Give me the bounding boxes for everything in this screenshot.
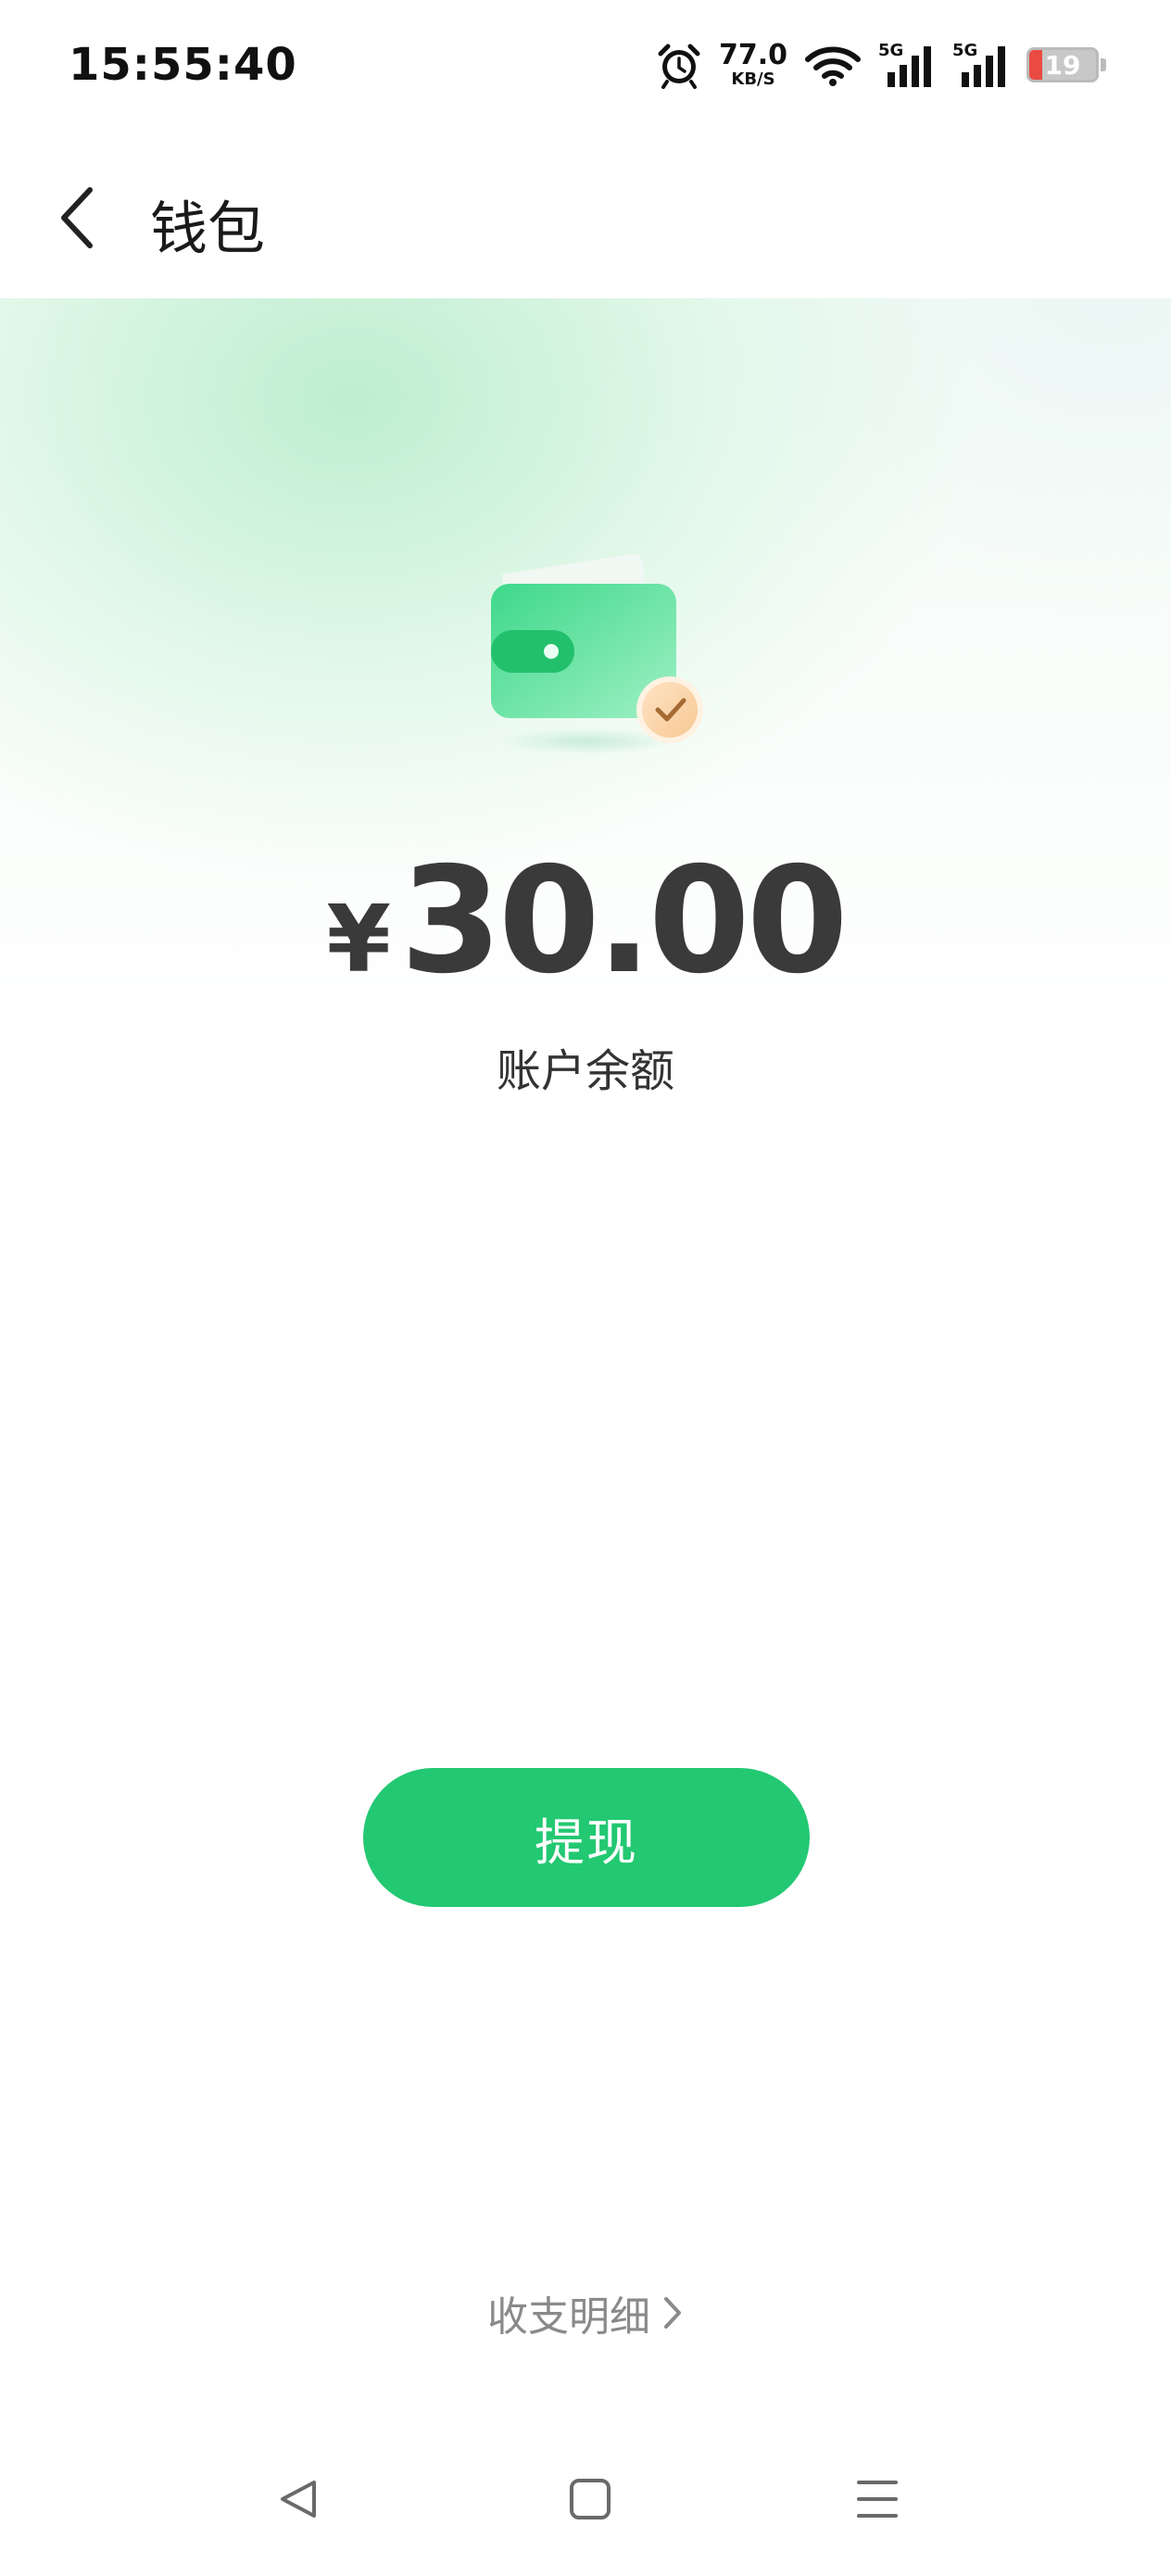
nav-bar: 钱包 bbox=[0, 139, 1171, 298]
signal-icon: 5G bbox=[878, 41, 936, 89]
status-time: 15:55:40 bbox=[69, 39, 297, 91]
wifi-icon bbox=[805, 46, 861, 86]
wallet-check-icon bbox=[491, 553, 703, 754]
triangle-back-icon bbox=[281, 2481, 316, 2518]
transaction-details-link[interactable]: 收支明细 bbox=[0, 2283, 1171, 2342]
currency-symbol: ¥ bbox=[326, 885, 391, 993]
chevron-left-icon bbox=[61, 187, 93, 248]
page-title: 钱包 bbox=[150, 195, 266, 262]
status-bar: 15:55:40 77.0 KB/S 5G 5G 19 bbox=[0, 0, 1171, 139]
transaction-details-label: 收支明细 bbox=[487, 2293, 650, 2341]
battery-cap bbox=[1101, 58, 1106, 71]
signal-icon: 5G bbox=[952, 41, 1010, 89]
status-icons: 77.0 KB/S 5G 5G 19 bbox=[656, 37, 1106, 93]
menu-lines-icon bbox=[857, 2481, 898, 2518]
system-home-button[interactable] bbox=[558, 2467, 623, 2532]
square-home-icon bbox=[570, 2479, 611, 2519]
withdraw-button[interactable]: 提现 bbox=[363, 1768, 810, 1907]
system-navigation-bar bbox=[0, 2446, 1171, 2557]
balance-value: 30.00 bbox=[399, 836, 849, 1006]
net-speed-value: 77.0 bbox=[718, 39, 787, 71]
system-menu-button[interactable] bbox=[845, 2467, 910, 2532]
battery-level: 19 bbox=[1044, 49, 1081, 81]
balance-label: 账户余额 bbox=[496, 1045, 674, 1097]
back-button[interactable] bbox=[35, 176, 119, 259]
balance-hero: ¥30.00 账户余额 bbox=[0, 298, 1171, 1318]
battery-icon: 19 bbox=[1026, 47, 1099, 82]
net-speed-unit: KB/S bbox=[731, 69, 775, 89]
balance-amount: ¥30.00 bbox=[0, 836, 1171, 1006]
net-speed: 77.0 KB/S bbox=[719, 42, 787, 88]
chevron-right-icon bbox=[664, 2297, 681, 2329]
alarm-icon bbox=[658, 44, 700, 89]
system-back-button[interactable] bbox=[267, 2467, 332, 2532]
